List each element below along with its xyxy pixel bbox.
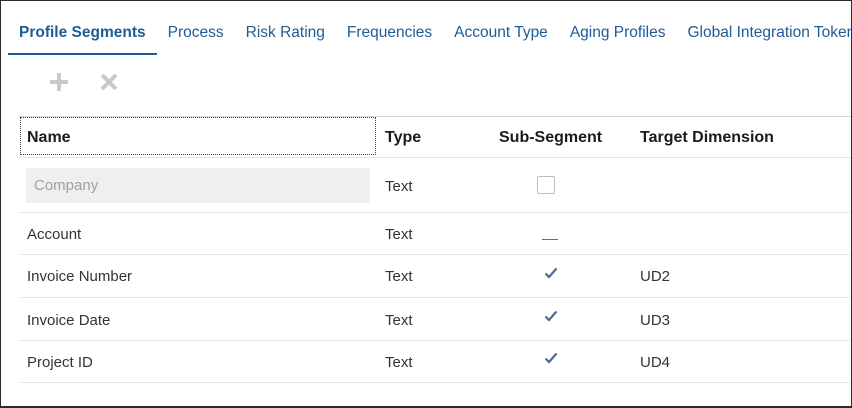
- table-row[interactable]: Invoice Date Text UD3: [19, 298, 851, 341]
- column-header-target-dimension[interactable]: Target Dimension: [640, 129, 774, 147]
- name-cell: Account: [27, 226, 82, 243]
- table-row[interactable]: Account Text: [19, 213, 851, 255]
- type-cell: Text: [385, 312, 413, 329]
- tab-frequencies[interactable]: Frequencies: [336, 15, 443, 55]
- dash-icon: [542, 239, 558, 240]
- column-header-type[interactable]: Type: [385, 129, 421, 147]
- profile-segments-panel: Profile Segments Process Risk Rating Fre…: [0, 0, 852, 408]
- toolbar: [48, 71, 120, 93]
- tab-risk-rating[interactable]: Risk Rating: [235, 15, 336, 55]
- target-dimension-cell: UD4: [640, 354, 671, 371]
- name-cell: Invoice Number: [27, 268, 133, 285]
- tab-process[interactable]: Process: [157, 15, 235, 55]
- type-cell: Text: [385, 226, 413, 243]
- type-cell: Text: [385, 354, 413, 371]
- checkmark-icon: [544, 267, 558, 279]
- tab-account-type[interactable]: Account Type: [443, 15, 559, 55]
- tab-aging-profiles[interactable]: Aging Profiles: [559, 15, 677, 55]
- name-cell: Project ID: [27, 354, 93, 371]
- table-row[interactable]: Invoice Number Text UD2: [19, 255, 851, 298]
- checkmark-icon: [544, 352, 558, 364]
- table-row-new: Text: [19, 158, 851, 213]
- type-cell: Text: [385, 178, 413, 195]
- tab-bar: Profile Segments Process Risk Rating Fre…: [8, 15, 851, 55]
- column-header-sub-segment[interactable]: Sub-Segment: [499, 129, 602, 147]
- table-row[interactable]: Project ID Text UD4: [19, 341, 851, 383]
- close-icon: [100, 73, 118, 91]
- sub-segment-checkbox[interactable]: [537, 176, 555, 194]
- segment-name-input[interactable]: [26, 168, 370, 203]
- target-dimension-cell: UD2: [640, 268, 671, 285]
- delete-button[interactable]: [98, 71, 120, 93]
- name-header-focus[interactable]: [20, 117, 376, 155]
- plus-icon: [50, 73, 68, 91]
- tab-profile-segments[interactable]: Profile Segments: [8, 15, 157, 55]
- add-button[interactable]: [48, 71, 70, 93]
- type-cell: Text: [385, 268, 413, 285]
- checkmark-icon: [544, 310, 558, 322]
- column-header-name[interactable]: Name: [27, 129, 71, 147]
- name-cell: Invoice Date: [27, 312, 111, 329]
- table-header: Name Type Sub-Segment Target Dimension: [19, 117, 851, 157]
- tab-global-integration-tokens[interactable]: Global Integration Tokens: [676, 15, 851, 55]
- target-dimension-cell: UD3: [640, 312, 671, 329]
